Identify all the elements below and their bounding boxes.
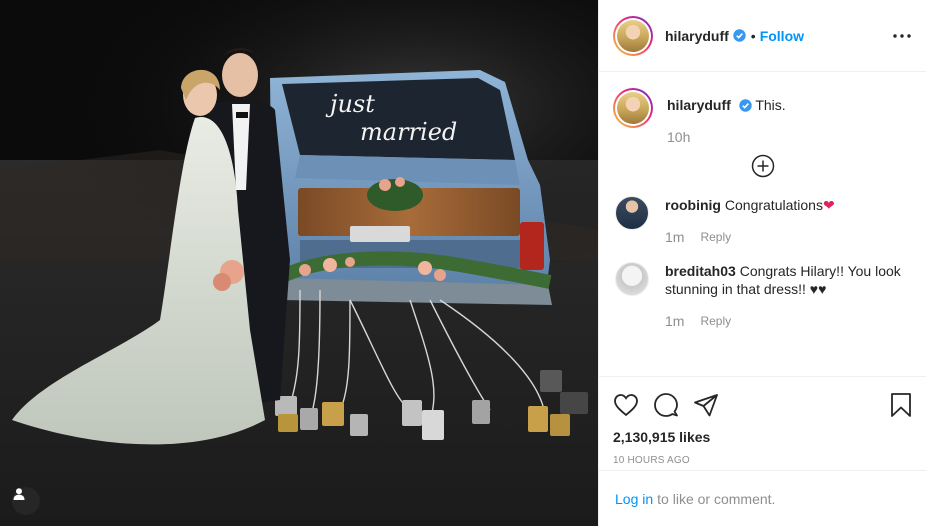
likes-count[interactable]: 2,130,915 likes xyxy=(613,429,912,445)
follow-button[interactable]: Follow xyxy=(760,28,804,44)
heart-icon xyxy=(614,394,638,417)
caption-username[interactable]: hilaryduff xyxy=(667,97,731,113)
comment-item: roobinig Congratulations❤ 1m Reply xyxy=(613,196,912,246)
post-sidebar: hilaryduff • Follow hilaryduff This. 10h… xyxy=(598,0,926,526)
verified-badge-icon xyxy=(738,99,752,112)
comment-icon xyxy=(654,393,678,417)
post-actions: 2,130,915 likes 10 HOURS AGO xyxy=(599,376,926,470)
comment-button[interactable] xyxy=(653,385,693,425)
comment-item: breditah03 Congrats Hilary!! You look st… xyxy=(613,262,912,330)
caption: hilaryduff This. 10h xyxy=(613,88,912,146)
caption-avatar-image xyxy=(617,92,649,124)
comment-body: roobinig Congratulations❤ 1m Reply xyxy=(665,196,912,246)
plus-circle-icon xyxy=(751,154,774,178)
more-options-icon xyxy=(893,34,911,38)
caption-text: This. xyxy=(755,97,786,113)
comment-text: Congratulations xyxy=(724,197,823,213)
author-avatar-image xyxy=(617,19,649,52)
instagram-post-modal: just married hilaryduff • Follow hilaryd… xyxy=(0,0,926,526)
author-username[interactable]: hilaryduff xyxy=(665,28,729,44)
author-avatar[interactable] xyxy=(613,15,653,56)
heart-emoji-icon: ❤ xyxy=(822,197,835,213)
comment-body: breditah03 Congrats Hilary!! You look st… xyxy=(665,262,912,330)
commenter-avatar[interactable] xyxy=(615,262,649,296)
login-prompt-text: to like or comment. xyxy=(657,490,776,507)
header-separator: • xyxy=(750,27,756,44)
save-button[interactable] xyxy=(872,385,912,425)
post-timestamp[interactable]: 10 HOURS AGO xyxy=(613,455,912,466)
user-tag-icon xyxy=(13,488,25,500)
post-header: hilaryduff • Follow xyxy=(599,0,926,72)
verified-badge-icon xyxy=(733,29,746,42)
bookmark-icon xyxy=(891,393,911,417)
comment-username[interactable]: breditah03 xyxy=(665,263,736,279)
comment-meta: 1m Reply xyxy=(665,312,912,330)
like-button[interactable] xyxy=(613,385,653,425)
post-photo[interactable]: just married xyxy=(0,0,598,526)
comments-list[interactable]: hilaryduff This. 10h roobinig Congratula… xyxy=(599,72,926,376)
load-more-comments-button[interactable] xyxy=(613,154,912,178)
reply-button[interactable]: Reply xyxy=(700,228,731,246)
comment-username[interactable]: roobinig xyxy=(665,197,721,213)
tag-people-button[interactable] xyxy=(12,487,40,515)
caption-body: hilaryduff This. 10h xyxy=(667,96,786,146)
commenter-avatar[interactable] xyxy=(615,196,649,230)
comment-meta: 1m Reply xyxy=(665,228,912,246)
svg-text:married: married xyxy=(360,118,457,146)
action-icons xyxy=(613,385,912,425)
comment-time[interactable]: 1m xyxy=(665,312,684,330)
login-link[interactable]: Log in xyxy=(615,491,653,507)
comment-time[interactable]: 1m xyxy=(665,228,684,246)
wedding-photo-illustration: just married xyxy=(0,0,598,526)
caption-author-avatar[interactable] xyxy=(613,88,653,128)
share-button[interactable] xyxy=(693,385,733,425)
caption-time[interactable]: 10h xyxy=(667,128,786,146)
svg-text:just: just xyxy=(325,90,375,118)
hearts-emoji-icon: ♥♥ xyxy=(809,281,827,297)
more-options-button[interactable] xyxy=(890,24,914,48)
share-icon xyxy=(694,394,718,417)
login-prompt: Log in to like or comment. xyxy=(599,470,926,526)
reply-button[interactable]: Reply xyxy=(700,312,731,330)
